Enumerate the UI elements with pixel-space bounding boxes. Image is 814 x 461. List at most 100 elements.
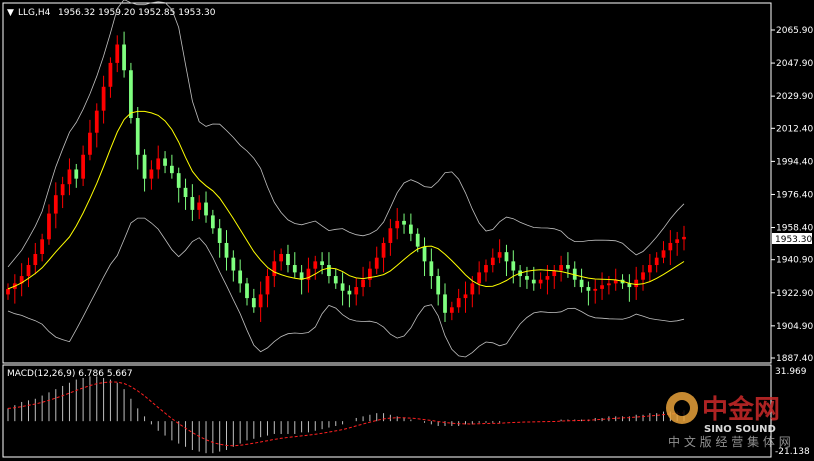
- candle-body: [333, 276, 338, 284]
- candle-body: [593, 288, 598, 291]
- candle-body: [456, 298, 461, 308]
- candle-body: [108, 62, 113, 87]
- candle-body: [286, 253, 290, 266]
- candle-body: [436, 276, 441, 295]
- price-tick-label: 2029.90: [776, 92, 813, 102]
- candle-body: [156, 158, 161, 170]
- macd-label: MACD(12,26,9) 6.786 5.667: [7, 369, 133, 379]
- candle-body: [101, 86, 106, 111]
- candle-body: [470, 283, 475, 295]
- candle-body: [422, 246, 427, 262]
- candle-body: [163, 158, 167, 166]
- candles: [6, 31, 686, 322]
- candle-body: [33, 253, 38, 266]
- brand-logo-inner: [674, 400, 690, 416]
- candle-body: [170, 165, 174, 174]
- candle-body: [258, 294, 263, 308]
- candle-body: [477, 272, 482, 284]
- price-tick-label: 2065.90: [776, 26, 813, 36]
- price-axis: 2065.90 2047.90 2029.90 2012.40 1994.40 1976.…: [771, 26, 813, 364]
- price-tick-label: 1922.90: [776, 289, 813, 299]
- candle-body: [26, 265, 31, 277]
- candle-body: [654, 257, 659, 266]
- candle-body: [511, 261, 516, 271]
- candle-body: [149, 169, 154, 179]
- candle-body: [408, 224, 413, 234]
- candle-body: [395, 220, 400, 229]
- candle-body: [217, 228, 222, 243]
- candle-body: [531, 279, 536, 284]
- candle-body: [74, 169, 79, 179]
- candle-body: [381, 242, 386, 258]
- candle-body: [463, 294, 468, 299]
- moving-average: [7, 110, 685, 290]
- candle-body: [327, 265, 331, 277]
- candle-body: [94, 110, 99, 133]
- candle-body: [245, 283, 249, 299]
- candle-body: [190, 197, 195, 210]
- candle-body: [129, 70, 133, 119]
- candle-body: [600, 285, 604, 289]
- candle-body: [142, 154, 147, 179]
- price-tick-label: 1958.40: [776, 224, 813, 234]
- symbol-label: LLG,H4: [18, 8, 51, 18]
- candle-body: [497, 252, 502, 258]
- candle-body: [47, 213, 51, 240]
- candle-body: [449, 307, 454, 313]
- bollinger-lower: [7, 217, 685, 358]
- candle-body: [682, 236, 686, 240]
- candle-body: [238, 270, 243, 284]
- candle-body: [675, 239, 680, 243]
- candle-body: [251, 298, 256, 308]
- candle-body: [484, 265, 488, 273]
- candle-body: [361, 279, 365, 288]
- candle-body: [340, 283, 345, 291]
- candle-body: [607, 283, 611, 286]
- candle-body: [183, 187, 188, 198]
- candle-body: [320, 261, 324, 266]
- candle-body: [122, 44, 126, 71]
- bollinger-bands: [7, 0, 685, 358]
- candle-body: [6, 288, 10, 295]
- candle-body: [415, 233, 420, 247]
- candle-body: [265, 276, 270, 295]
- candle-body: [579, 279, 584, 288]
- candle-body: [313, 261, 318, 269]
- candle-body: [552, 270, 557, 277]
- candle-body: [88, 132, 92, 155]
- candle-body: [40, 239, 45, 254]
- candle-body: [224, 242, 229, 258]
- candle-body: [566, 265, 570, 269]
- price-tick-label: 2012.40: [776, 124, 813, 134]
- candle-body: [135, 118, 140, 155]
- candle-body: [292, 265, 297, 273]
- candle-body: [443, 294, 447, 313]
- candle-body: [231, 257, 236, 271]
- price-tick-label: 1940.90: [776, 256, 813, 266]
- candle-body: [538, 279, 543, 284]
- bollinger-upper: [7, 0, 685, 268]
- price-tick-label: 1904.90: [776, 322, 813, 332]
- candle-body: [210, 215, 215, 229]
- candle-body: [661, 250, 666, 258]
- candle-body: [388, 228, 393, 243]
- candle-body: [559, 265, 563, 271]
- candle-body: [279, 253, 284, 262]
- header-marker[interactable]: ▼: [7, 8, 14, 18]
- candle-body: [81, 154, 85, 179]
- candle-body: [67, 169, 72, 185]
- candle-body: [668, 242, 673, 251]
- candle-body: [525, 276, 529, 280]
- macd-signal-line: [7, 381, 685, 447]
- brand-watermark: 中金网 SINO SOUND 中 文 版 经 营 集 体 网: [666, 392, 791, 449]
- candle-body: [402, 220, 406, 225]
- price-tick-label: 2047.90: [776, 59, 813, 69]
- candle-body: [204, 202, 208, 216]
- price-tick-label: 1994.40: [776, 157, 813, 167]
- ma-line: [7, 110, 685, 290]
- candle-body: [374, 257, 379, 269]
- brand-cn: 中金网: [702, 394, 780, 425]
- candle-body: [176, 173, 181, 188]
- ohlc-label: 1956.32 1959.20 1952.85 1953.30: [58, 8, 216, 18]
- price-tick-label: 1887.40: [776, 354, 813, 364]
